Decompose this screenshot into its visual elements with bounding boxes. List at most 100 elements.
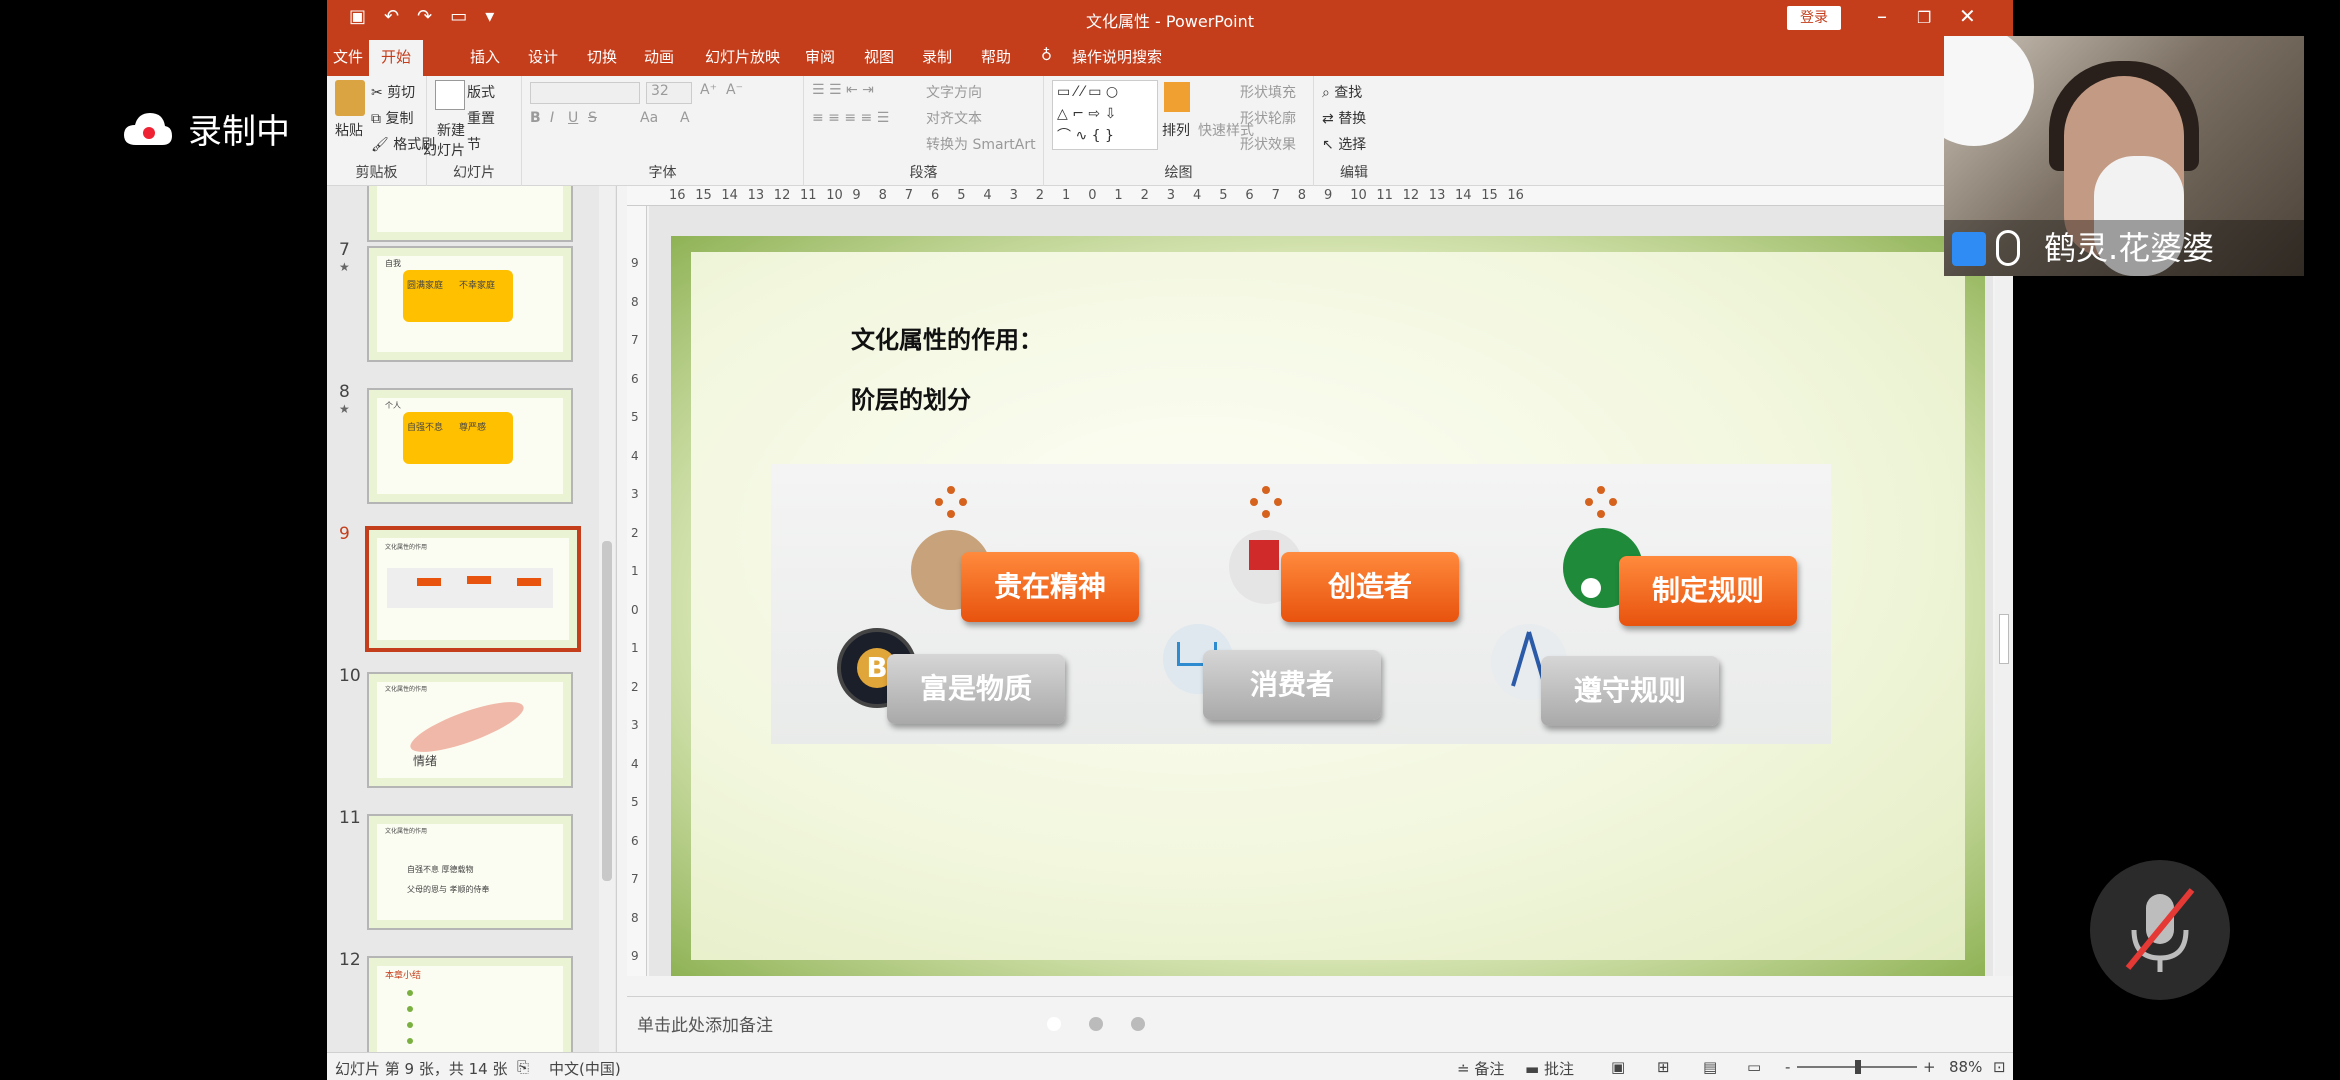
italic-button[interactable]: I — [550, 110, 554, 126]
ruler-tick-label: 4 — [1193, 188, 1202, 203]
tab-design[interactable]: 设计 — [528, 46, 558, 67]
arrange-icon[interactable] — [1164, 82, 1190, 112]
zoom-level[interactable]: 88% — [1949, 1058, 1982, 1076]
paragraph-group: ☰ ☰ ⇤ ⇥ ≡ ≡ ≡ ≡ ☰ 文字方向 对齐文本 转换为 SmartArt… — [804, 76, 1044, 186]
strikethrough-button[interactable]: S — [588, 110, 597, 126]
font-name-box[interactable] — [530, 82, 640, 104]
new-slide-icon[interactable] — [435, 80, 465, 110]
shape-outline-button[interactable]: 形状轮廓 — [1240, 108, 1296, 128]
shrink-font-icon[interactable]: A⁻ — [726, 82, 743, 98]
underline-button[interactable]: U — [568, 110, 578, 126]
font-size-box[interactable]: 32 — [646, 82, 692, 104]
slide-subheading[interactable]: 阶层的划分 — [851, 380, 971, 415]
slide-thumbnail-12[interactable]: 本章小结 — [367, 956, 573, 1052]
text-direction-button[interactable]: 文字方向 — [926, 82, 982, 102]
comments-toggle[interactable]: ▬ 批注 — [1525, 1058, 1574, 1079]
notes-placeholder[interactable]: 单击此处添加备注 — [637, 1011, 773, 1036]
shape-fill-button[interactable]: 形状填充 — [1240, 82, 1296, 102]
ruler-tick-label: 5 — [631, 795, 639, 809]
tab-review[interactable]: 审阅 — [805, 46, 835, 67]
clipboard-group: 粘贴 ✂ 剪切 ⧉ 复制 🖌 格式刷 剪贴板 — [327, 76, 435, 186]
mute-button[interactable] — [2090, 860, 2230, 1000]
tell-me-search[interactable]: 操作说明搜索 — [1072, 46, 1162, 67]
ruler-tick-label: 1 — [631, 641, 639, 655]
select-button[interactable]: ↖ 选择 — [1322, 134, 1366, 154]
tab-record[interactable]: 录制 — [922, 46, 952, 67]
slideshow-icon[interactable]: ▭ — [1747, 1058, 1761, 1076]
reading-view-icon[interactable]: ▤ — [1703, 1058, 1717, 1076]
ruler-tick-label: 4 — [983, 188, 992, 203]
notes-toggle[interactable]: ≐ 备注 — [1457, 1058, 1504, 1079]
replace-button[interactable]: ⇄ 替换 — [1322, 108, 1366, 128]
shape-effects-button[interactable]: 形状效果 — [1240, 134, 1296, 154]
language[interactable]: 中文(中国) — [549, 1058, 621, 1079]
new-slide-button-line2[interactable]: 幻灯片 — [423, 140, 465, 160]
slide-thumbnail-11[interactable]: 文化属性的作用 自强不息 厚德载物 父母的恩与 孝顺的侍奉 — [367, 814, 573, 930]
fit-slide-icon[interactable]: ⊡ — [1993, 1058, 2006, 1076]
layout-button[interactable]: 版式 — [467, 82, 495, 102]
shapes-gallery[interactable]: ▭ ⁄ ⁄ ▭ ○ △ ⌐ ⇨ ⇩ ⌒ ∿ { } — [1052, 80, 1158, 150]
slide-thumbnail-10[interactable]: 文化属性的作用 情绪 — [367, 672, 573, 788]
bold-button[interactable]: B — [530, 110, 541, 126]
grey-label-2: 消费者 — [1203, 650, 1381, 720]
dots-icon — [931, 486, 971, 518]
ruler-tick-label: 3 — [1166, 188, 1176, 203]
ruler-tick-label: 9 — [852, 188, 861, 203]
ruler-tick-label: 8 — [631, 294, 639, 309]
muted-microphone-icon — [2125, 888, 2195, 972]
slide-heading[interactable]: 文化属性的作用： — [851, 320, 1043, 355]
zoom-in-button[interactable]: + — [1923, 1058, 1936, 1076]
align-icons[interactable]: ≡ ≡ ≡ ≡ ☰ — [812, 110, 889, 126]
cut-button[interactable]: ✂ 剪切 — [371, 82, 415, 102]
tab-transitions[interactable]: 切换 — [587, 46, 617, 67]
tab-view[interactable]: 视图 — [864, 46, 894, 67]
slide-sorter-icon[interactable]: ⊞ — [1657, 1058, 1670, 1076]
new-slide-button-line1[interactable]: 新建 — [437, 120, 465, 140]
paste-icon[interactable] — [335, 80, 365, 116]
align-text-button[interactable]: 对齐文本 — [926, 108, 982, 128]
minimize-icon[interactable]: – — [1877, 4, 1887, 28]
font-color-button[interactable]: A — [680, 110, 690, 126]
login-button[interactable]: 登录 — [1787, 6, 1841, 30]
hierarchy-graphic[interactable]: 贵在精神 B 富是物质 创造者 消费者 制定规则 遵守规则 — [771, 464, 1831, 744]
ruler-tick-label: 1 — [1114, 188, 1123, 203]
slide-thumbnail-9-selected[interactable]: 文化属性的作用 — [365, 526, 581, 652]
paragraph-label: 段落 — [909, 165, 938, 181]
zoom-slider[interactable] — [1797, 1060, 1917, 1074]
spellcheck-icon[interactable]: ⎘ — [517, 1058, 529, 1076]
slide-thumbnail-8[interactable]: 个人 自强不息 尊严感 — [367, 388, 573, 504]
change-case-button[interactable]: Aa — [640, 110, 658, 126]
tab-animations[interactable]: 动画 — [644, 46, 674, 67]
ruler-tick-label: 7 — [631, 872, 639, 886]
editor-scrollbar[interactable] — [1995, 206, 2013, 976]
close-icon[interactable]: ✕ — [1959, 4, 1976, 28]
ruler-tick-label: 4 — [631, 448, 639, 463]
smartart-button[interactable]: 转换为 SmartArt — [926, 134, 1036, 154]
user-icon — [1952, 232, 1986, 266]
section-button[interactable]: 节 — [467, 134, 481, 154]
notes-pane[interactable]: 单击此处添加备注 — [627, 996, 2013, 1046]
ruler-tick-label: 11 — [800, 188, 817, 203]
slide-thumbnail-6[interactable] — [367, 186, 573, 242]
copy-button[interactable]: ⧉ 复制 — [371, 108, 413, 128]
grow-font-icon[interactable]: A⁺ — [700, 82, 717, 98]
zoom-out-button[interactable]: - — [1785, 1058, 1790, 1076]
bullets-icon[interactable]: ☰ ☰ ⇤ ⇥ — [812, 82, 874, 98]
tab-file[interactable]: 文件 — [333, 46, 363, 67]
slide-thumbnail-7[interactable]: 自我 圆满家庭 不幸家庭 — [367, 246, 573, 362]
thumbnail-scrollbar[interactable] — [599, 186, 615, 1052]
reset-button[interactable]: 重置 — [467, 108, 495, 128]
tab-insert[interactable]: 插入 — [470, 46, 500, 67]
tab-home[interactable]: 开始 — [369, 40, 424, 76]
find-button[interactable]: ⌕ 查找 — [1322, 82, 1362, 102]
arrange-button[interactable]: 排列 — [1162, 120, 1190, 140]
tab-help[interactable]: 帮助 — [981, 46, 1011, 67]
ruler-tick-label: 15 — [1481, 188, 1498, 203]
paste-button[interactable]: 粘贴 — [335, 120, 363, 140]
tab-slideshow[interactable]: 幻灯片放映 — [705, 46, 780, 67]
page-indicator — [1047, 1017, 1145, 1031]
restore-icon[interactable]: ❐ — [1917, 8, 1931, 27]
slide-9[interactable]: 文化属性的作用： 阶层的划分 贵在精神 B 富是物质 创造者 消费者 制定规则 — [671, 236, 1985, 976]
ruler-tick-label: 8 — [1297, 188, 1307, 203]
normal-view-icon[interactable]: ▣ — [1611, 1058, 1625, 1076]
